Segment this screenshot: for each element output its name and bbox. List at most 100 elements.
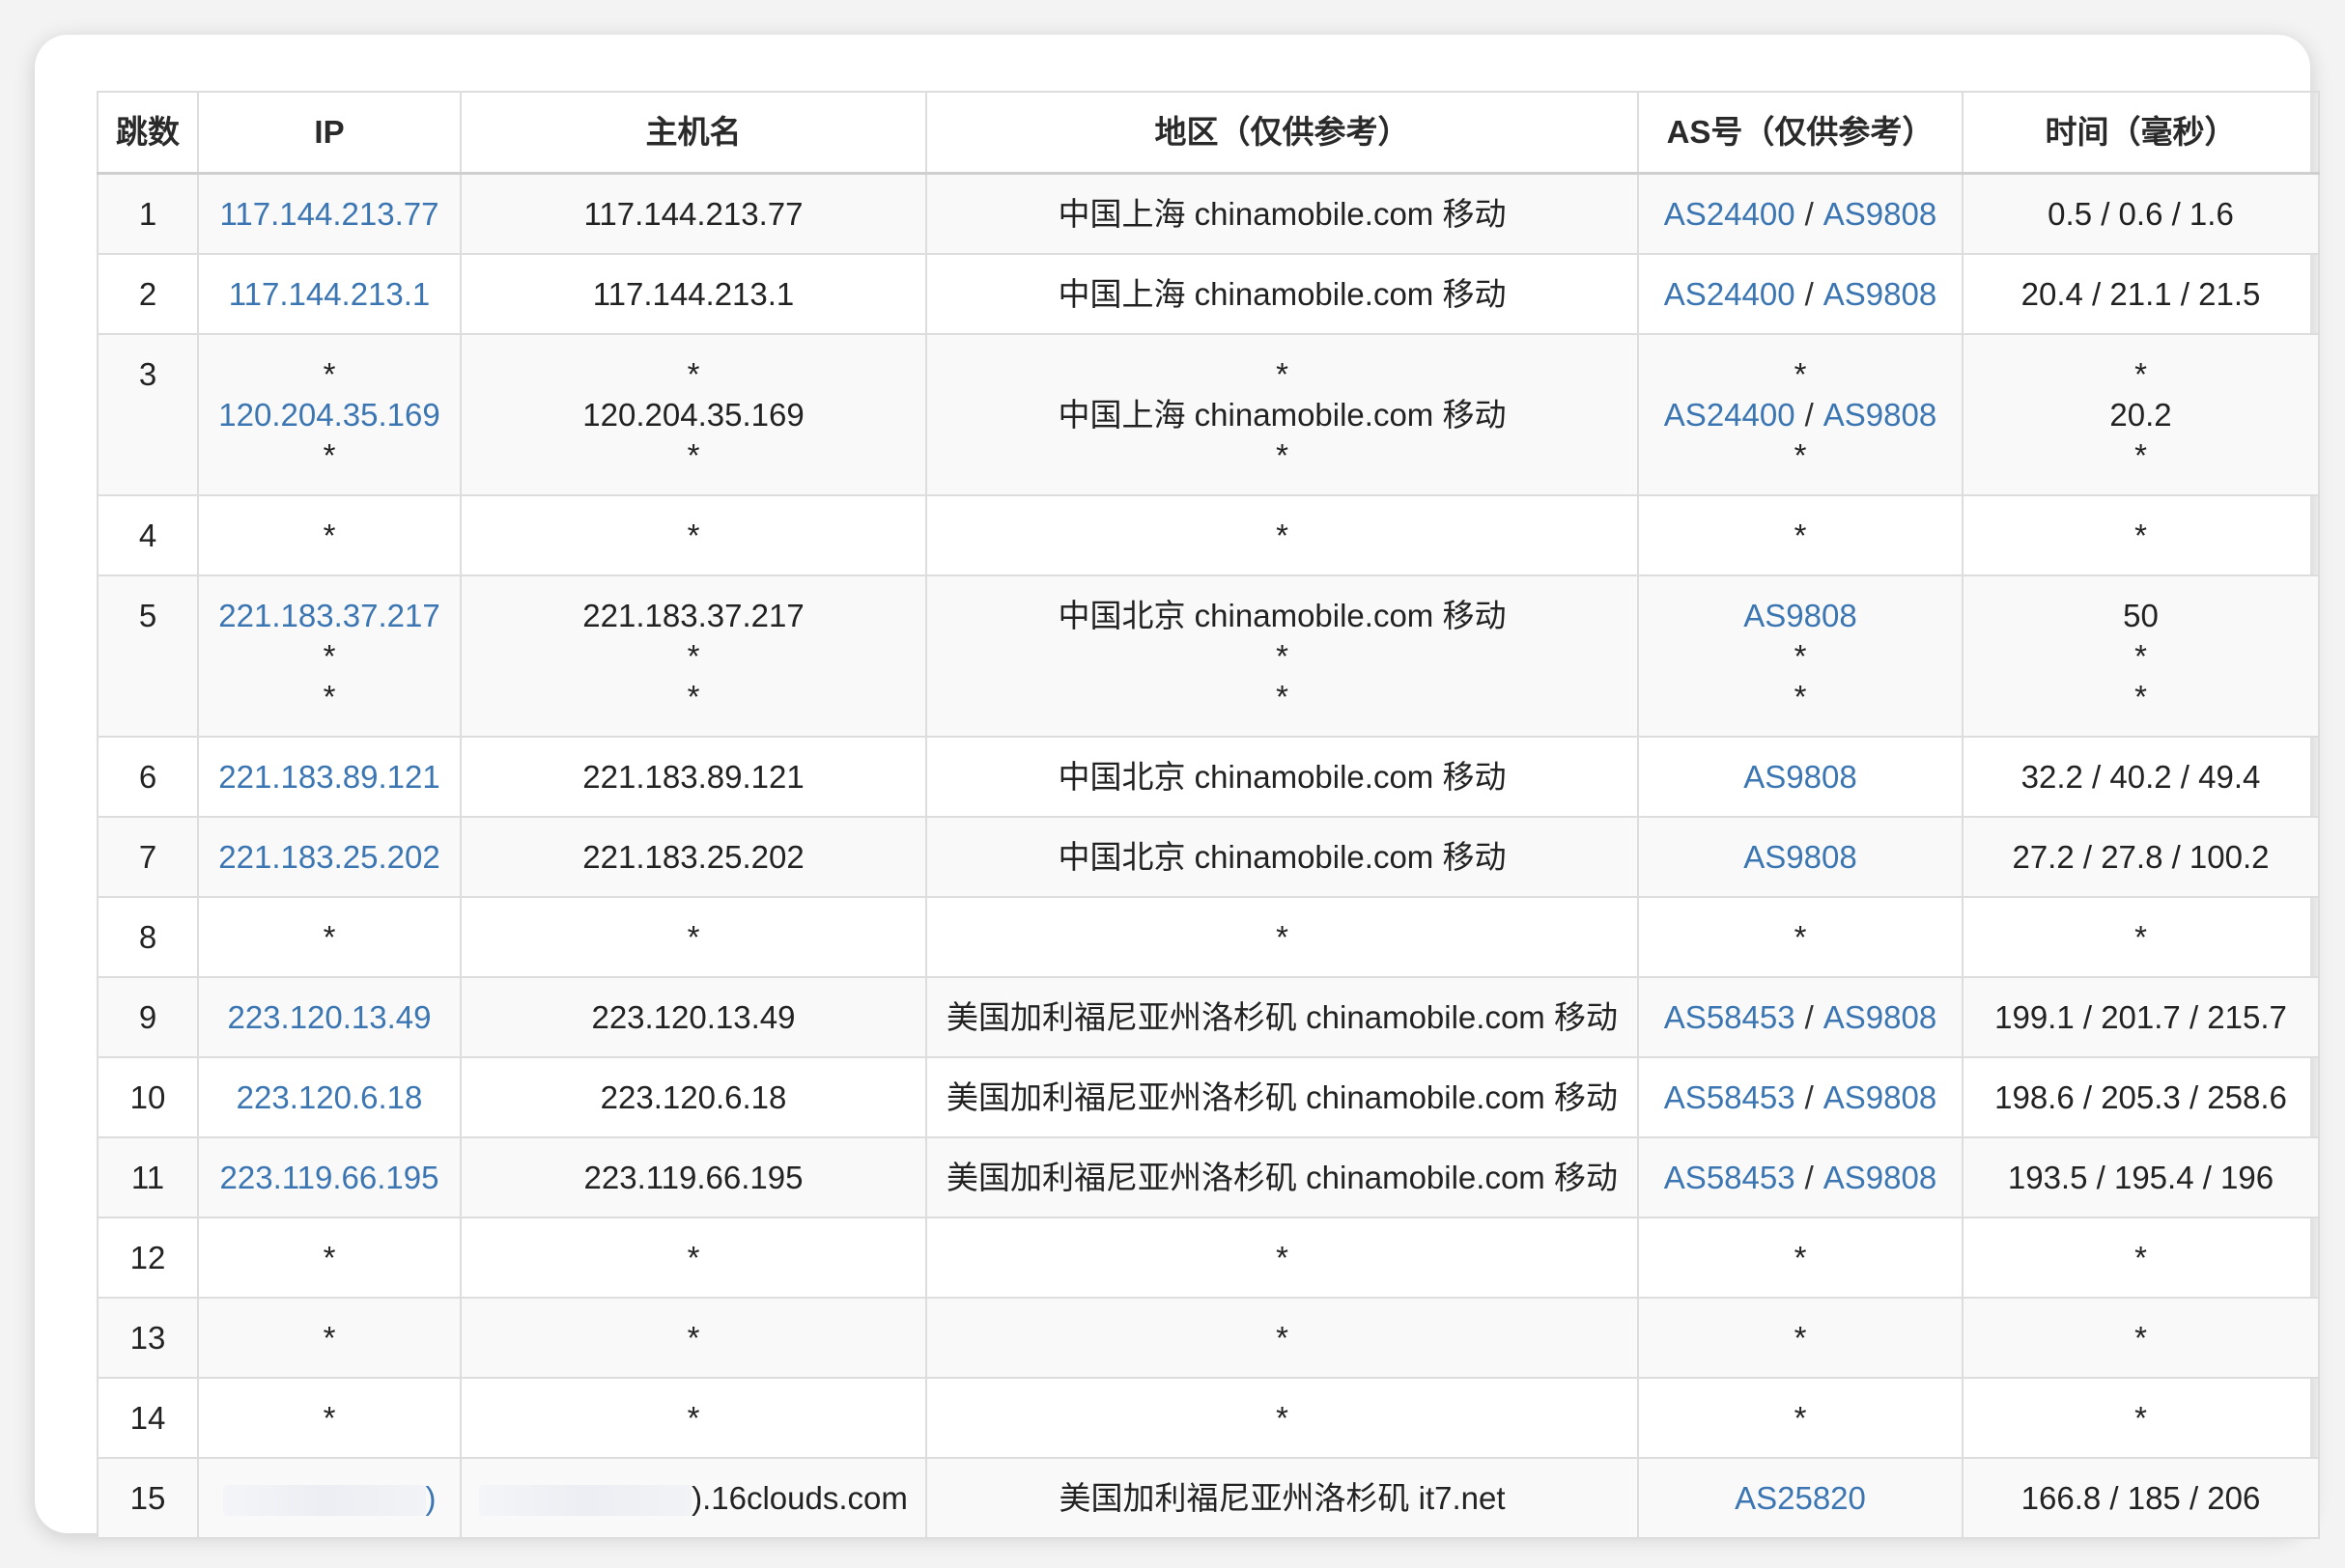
region-cell: 中国北京 chinamobile.com 移动: [925, 736, 1639, 818]
ip-link: *: [323, 1240, 336, 1275]
redacted-block: [479, 1485, 692, 1517]
ip-cell: 117.144.213.1: [197, 253, 462, 335]
ip-link[interactable]: 120.204.35.169: [203, 395, 456, 435]
time-cell: 0.5 / 0.6 / 1.6: [1962, 172, 2320, 255]
hop-cell: 4: [97, 494, 199, 576]
as-empty: *: [1794, 919, 1807, 955]
region-text: 美国加利福尼亚州洛杉矶 chinamobile.com 移动: [946, 1160, 1618, 1195]
as-link[interactable]: AS9808: [1823, 196, 1936, 232]
as-empty: *: [1794, 518, 1807, 553]
as-link[interactable]: AS24400: [1664, 196, 1795, 232]
time-cell: *: [1962, 896, 2320, 978]
ip-link: *: [323, 518, 336, 553]
ip-link: *: [323, 1400, 336, 1436]
hostname-cell: 223.120.6.18: [460, 1056, 927, 1138]
hostname-text: 221.183.25.202: [582, 839, 805, 875]
hostname-text: *: [687, 1240, 700, 1275]
redacted-block: [222, 1485, 426, 1517]
ip-link: *: [323, 356, 336, 392]
time-text: *: [2134, 356, 2147, 392]
hostname-text: *: [687, 356, 700, 392]
as-link[interactable]: AS58453: [1664, 1079, 1795, 1115]
as-separator: /: [1804, 276, 1814, 312]
table-row: 10 223.120.6.18 223.120.6.18 美国加利福尼亚州洛杉矶 ch…: [97, 1056, 2320, 1138]
as-line: *: [1643, 435, 1958, 476]
ip-link[interactable]: 223.120.13.49: [203, 997, 456, 1038]
region-text: *: [1276, 679, 1288, 714]
as-cell: AS25820: [1637, 1457, 1964, 1539]
time-text: *: [2134, 518, 2147, 553]
table-row: 4 * * * * *: [97, 494, 2320, 576]
region-text: 中国北京 chinamobile.com 移动: [1058, 839, 1507, 875]
time-text: *: [2134, 638, 2147, 674]
as-link[interactable]: AS9808: [1823, 1079, 1936, 1115]
time-text: 27.2 / 27.8 / 100.2: [2012, 839, 2270, 875]
ip-link: *: [323, 638, 336, 674]
as-cell: AS9808: [1637, 736, 1964, 818]
hostname-text: 223.119.66.195: [583, 1160, 804, 1195]
as-cell: *: [1637, 494, 1964, 576]
ip-link[interactable]: 117.144.213.77: [203, 194, 456, 235]
hostname-text: ).16clouds.com: [466, 1478, 921, 1519]
as-link[interactable]: AS9808: [1823, 999, 1936, 1035]
ip-link[interactable]: 221.183.89.121: [203, 757, 456, 798]
ip-link[interactable]: 223.119.66.195: [203, 1158, 456, 1198]
time-cell: *: [1962, 1297, 2320, 1379]
col-header-time: 时间（毫秒）: [1962, 91, 2320, 175]
hostname-text: *: [687, 1320, 700, 1356]
time-text: *: [2134, 1400, 2147, 1436]
as-line: AS58453 / AS9808: [1643, 1158, 1958, 1198]
as-link[interactable]: AS24400: [1664, 276, 1795, 312]
hop-cell: 9: [97, 976, 199, 1058]
as-link[interactable]: AS9808: [1743, 598, 1856, 633]
as-line: *: [1643, 1318, 1958, 1358]
hostname-text: 221.183.89.121: [582, 759, 805, 795]
hostname-cell: * 120.204.35.169 *: [460, 333, 927, 496]
as-link[interactable]: AS9808: [1823, 397, 1936, 433]
hostname-text: *: [687, 919, 700, 955]
hostname-text: 117.144.213.1: [592, 276, 795, 312]
time-cell: *: [1962, 494, 2320, 576]
ip-link: *: [323, 1320, 336, 1356]
as-separator: /: [1804, 397, 1814, 433]
time-cell: *: [1962, 1377, 2320, 1459]
ip-link[interactable]: 221.183.25.202: [203, 837, 456, 878]
ip-cell: * 120.204.35.169 *: [197, 333, 462, 496]
as-line: *: [1643, 636, 1958, 677]
as-line: AS24400/AS9808: [1643, 274, 1958, 315]
hop-cell: 14: [97, 1377, 199, 1459]
as-link[interactable]: AS24400: [1664, 397, 1795, 433]
time-cell: 27.2 / 27.8 / 100.2: [1962, 816, 2320, 898]
as-link[interactable]: AS9808: [1823, 276, 1936, 312]
ip-link: *: [323, 679, 336, 714]
table-header-row: 跳数 IP 主机名 地区（仅供参考） AS号（仅供参考） 时间（毫秒）: [97, 91, 2320, 175]
table-row: 11 223.119.66.195 223.119.66.195 美国加利福尼亚州洛杉…: [97, 1136, 2320, 1218]
ip-link[interactable]: ): [203, 1478, 456, 1519]
as-link[interactable]: AS58453: [1664, 1160, 1795, 1195]
col-header-host: 主机名: [460, 91, 927, 175]
table-row: 6 221.183.89.121 221.183.89.121 中国北京 chinam…: [97, 736, 2320, 818]
region-cell: 中国北京 chinamobile.com 移动 * *: [925, 574, 1639, 738]
ip-link[interactable]: 223.120.6.18: [203, 1078, 456, 1118]
ip-link[interactable]: 117.144.213.1: [203, 274, 456, 315]
as-link[interactable]: AS58453: [1664, 999, 1795, 1035]
ip-link[interactable]: 221.183.37.217: [203, 596, 456, 636]
time-text: 50: [2123, 598, 2159, 633]
time-text: 20.2: [2109, 397, 2172, 433]
as-link[interactable]: AS9808: [1743, 839, 1856, 875]
as-line: *: [1643, 917, 1958, 958]
ip-cell: *: [197, 1377, 462, 1459]
as-line: *: [1643, 1398, 1958, 1439]
as-cell: * AS24400/AS9808 *: [1637, 333, 1964, 496]
hostname-cell: *: [460, 1297, 927, 1379]
region-text: 美国加利福尼亚州洛杉矶 chinamobile.com 移动: [946, 1079, 1618, 1115]
as-link[interactable]: AS9808: [1823, 1160, 1936, 1195]
as-cell: *: [1637, 1297, 1964, 1379]
hostname-suffix: ).16clouds.com: [692, 1480, 908, 1516]
region-cell: 中国上海 chinamobile.com 移动: [925, 172, 1639, 255]
ip-cell: 221.183.37.217 * *: [197, 574, 462, 738]
as-link[interactable]: AS9808: [1743, 759, 1856, 795]
hostname-cell: *: [460, 494, 927, 576]
as-link[interactable]: AS25820: [1735, 1480, 1866, 1516]
hostname-text: 117.144.213.77: [583, 196, 804, 232]
